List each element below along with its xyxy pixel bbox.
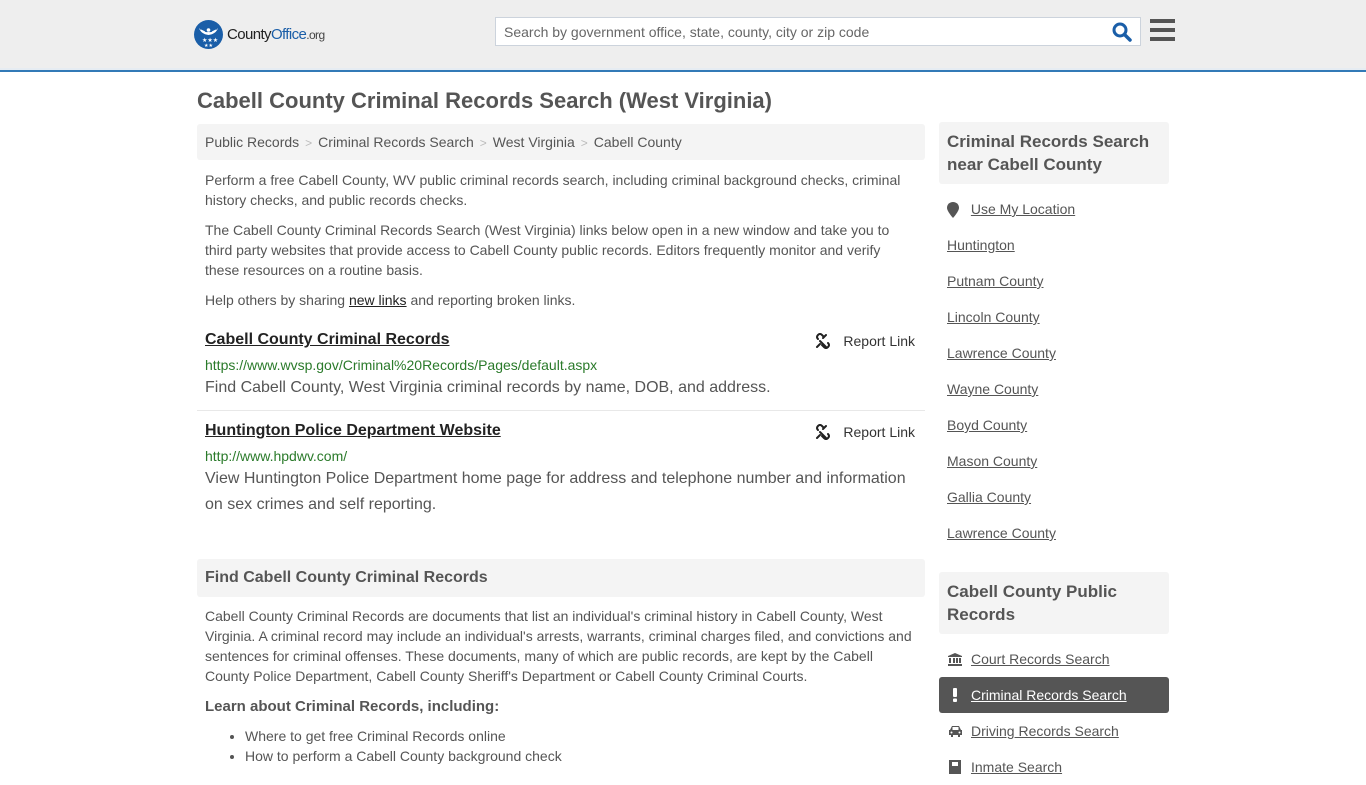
- learn-list-item: Where to get free Criminal Records onlin…: [245, 726, 562, 746]
- breadcrumb-west-virginia[interactable]: West Virginia: [493, 134, 575, 150]
- site-logo[interactable]: ★★★ ★★ CountyOffice.org: [194, 20, 325, 49]
- nearby-link-putnam-county[interactable]: Putnam County: [947, 273, 1044, 289]
- nearby-link-wayne-county[interactable]: Wayne County: [947, 381, 1038, 397]
- inmate-icon: [947, 760, 963, 774]
- courthouse-icon: [947, 652, 963, 666]
- site-header: ★★★ ★★ CountyOffice.org: [0, 0, 1366, 72]
- nearby-link-lincoln-county[interactable]: Lincoln County: [947, 309, 1040, 325]
- result-description: View Huntington Police Department home p…: [205, 470, 906, 513]
- sidebar-nearby-heading: Criminal Records Search near Cabell Coun…: [939, 122, 1169, 184]
- nearby-link-lawrence-county-2[interactable]: Lawrence County: [947, 525, 1056, 541]
- intro-paragraph-2: The Cabell County Criminal Records Searc…: [205, 222, 890, 278]
- find-records-body: Cabell County Criminal Records are docum…: [205, 608, 912, 684]
- menu-bar-icon: [1150, 19, 1175, 23]
- site-search: [495, 17, 1141, 46]
- breadcrumb-public-records[interactable]: Public Records: [205, 134, 299, 150]
- sidebar-nearby: Criminal Records Search near Cabell Coun…: [939, 122, 1169, 542]
- breadcrumb-separator: >: [305, 136, 313, 150]
- map-marker-icon: [947, 202, 959, 219]
- use-my-location-link[interactable]: Use My Location: [971, 201, 1075, 217]
- intro-paragraph-1: Perform a free Cabell County, WV public …: [205, 172, 901, 208]
- criminal-records-link[interactable]: Criminal Records Search: [971, 687, 1127, 703]
- search-icon: [1112, 22, 1132, 42]
- result-title-link[interactable]: Cabell County Criminal Records: [205, 331, 450, 349]
- hamburger-menu-button[interactable]: [1150, 19, 1175, 41]
- menu-bar-icon: [1150, 28, 1175, 32]
- intro-text: Help others by sharing: [205, 292, 349, 308]
- broken-link-icon: [816, 424, 831, 440]
- nearby-link-mason-county[interactable]: Mason County: [947, 453, 1037, 469]
- exclamation-icon: [947, 688, 963, 702]
- result-url[interactable]: http://www.hpdwv.com/: [205, 448, 347, 464]
- sidebar-item-court-records[interactable]: Court Records Search: [939, 641, 1169, 677]
- sidebar-item-driving-records[interactable]: Driving Records Search: [939, 713, 1169, 749]
- result-url[interactable]: https://www.wvsp.gov/Criminal%20Records/…: [205, 357, 597, 373]
- breadcrumb-separator: >: [479, 136, 487, 150]
- use-location-item: Use My Location: [947, 201, 1075, 219]
- search-button[interactable]: [1112, 22, 1134, 42]
- intro-paragraph-3: Help others by sharing new links and rep…: [205, 290, 917, 310]
- logo-text: CountyOffice.org: [227, 26, 325, 43]
- new-links-link[interactable]: new links: [349, 292, 407, 308]
- broken-link-icon: [816, 333, 831, 349]
- sidebar-public-records: Cabell County Public Records Court Recor…: [939, 572, 1169, 775]
- divider: [197, 410, 925, 411]
- intro-text: and reporting broken links.: [406, 292, 576, 308]
- report-link-button[interactable]: Report Link: [815, 424, 915, 440]
- search-input[interactable]: [496, 18, 1096, 45]
- report-link-label: Report Link: [843, 333, 915, 349]
- report-link-button[interactable]: Report Link: [815, 333, 915, 349]
- menu-bar-icon: [1150, 37, 1175, 41]
- sidebar-public-records-heading: Cabell County Public Records: [939, 572, 1169, 634]
- court-records-link[interactable]: Court Records Search: [971, 651, 1110, 667]
- find-records-heading: Find Cabell County Criminal Records: [197, 559, 925, 597]
- report-link-label: Report Link: [843, 424, 915, 440]
- learn-heading: Learn about Criminal Records, including:: [205, 698, 500, 715]
- sidebar-item-inmate-search[interactable]: Inmate Search: [939, 749, 1169, 785]
- breadcrumb-criminal-records-search[interactable]: Criminal Records Search: [318, 134, 474, 150]
- breadcrumb-separator: >: [580, 136, 588, 150]
- learn-list-item: How to perform a Cabell County backgroun…: [245, 746, 562, 766]
- result-title-link[interactable]: Huntington Police Department Website: [205, 422, 501, 440]
- page-title: Cabell County Criminal Records Search (W…: [197, 88, 772, 113]
- result-description: Find Cabell County, West Virginia crimin…: [205, 379, 771, 396]
- breadcrumb: Public Records > Criminal Records Search > W…: [197, 124, 925, 160]
- inmate-search-link[interactable]: Inmate Search: [971, 759, 1062, 775]
- driving-records-link[interactable]: Driving Records Search: [971, 723, 1119, 739]
- result-item: Huntington Police Department Website Rep…: [197, 422, 925, 522]
- breadcrumb-cabell-county[interactable]: Cabell County: [594, 134, 682, 150]
- car-icon: [947, 725, 963, 737]
- nearby-link-boyd-county[interactable]: Boyd County: [947, 417, 1027, 433]
- result-item: Cabell County Criminal Records Report Li…: [197, 331, 925, 401]
- nearby-link-gallia-county[interactable]: Gallia County: [947, 489, 1031, 505]
- learn-list: Where to get free Criminal Records onlin…: [245, 726, 562, 766]
- nearby-link-huntington[interactable]: Huntington: [947, 237, 1015, 253]
- nearby-link-lawrence-county[interactable]: Lawrence County: [947, 345, 1056, 361]
- svg-text:★★: ★★: [204, 43, 213, 49]
- eagle-logo-icon: ★★★ ★★: [194, 20, 223, 49]
- sidebar-item-criminal-records[interactable]: Criminal Records Search: [939, 677, 1169, 713]
